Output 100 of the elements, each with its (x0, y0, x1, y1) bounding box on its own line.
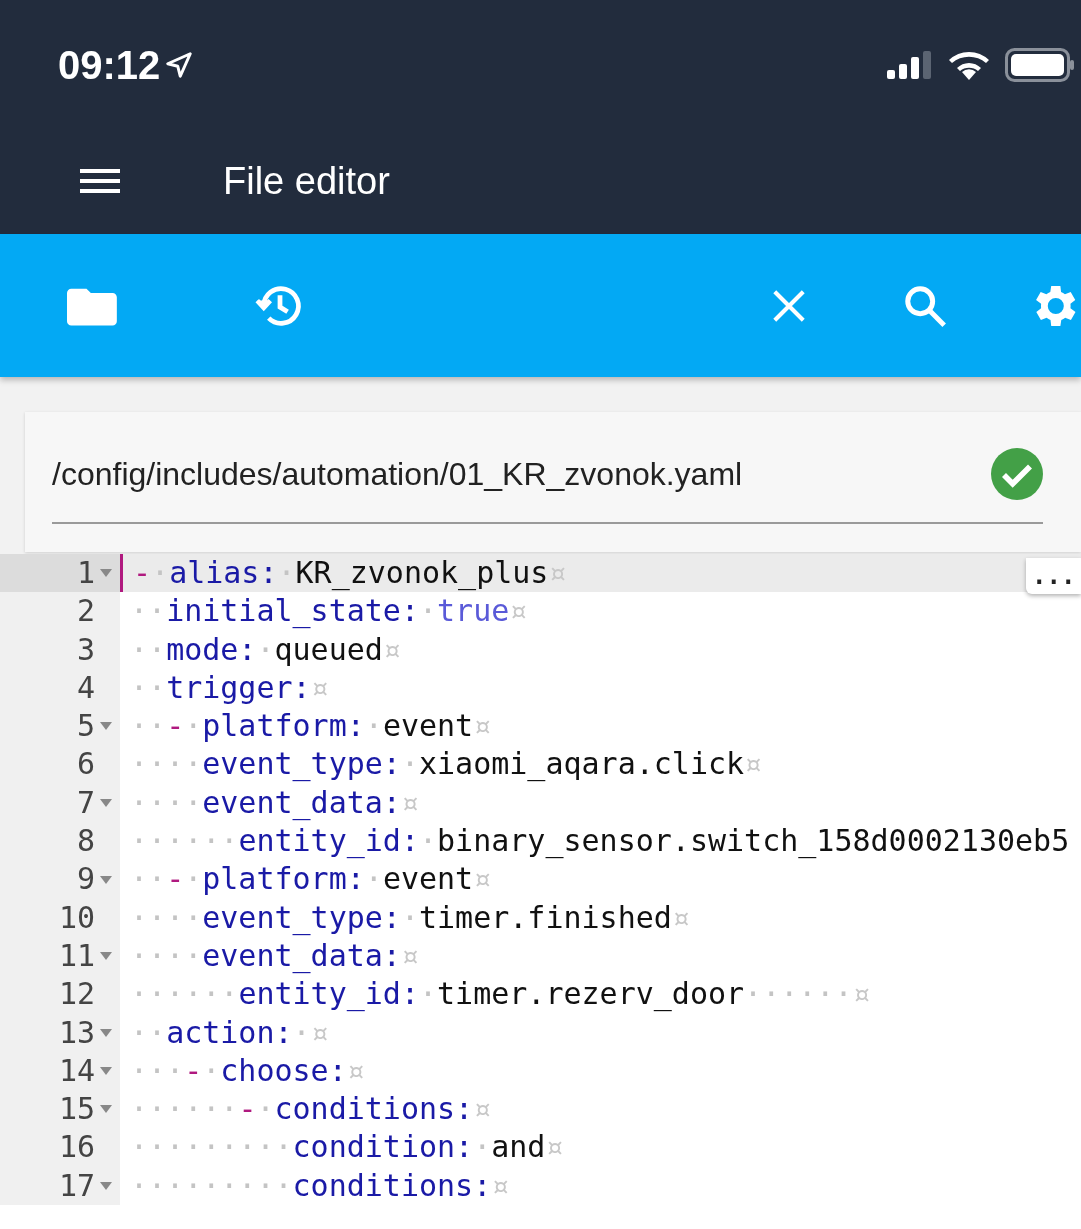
line-end-marker: ¤ (473, 860, 492, 899)
file-path-field[interactable]: /config/includes/automation/01_KR_zvonok.yaml (52, 448, 1043, 524)
fold-caret-icon[interactable] (100, 1028, 112, 1037)
menu-icon (80, 167, 120, 195)
line-number: 7 (76, 783, 95, 822)
fold-caret-icon[interactable] (100, 798, 112, 807)
whitespace-dots: · (419, 975, 438, 1014)
list-dash: - (184, 1051, 203, 1090)
line-end-marker: ¤ (382, 630, 401, 669)
line-number: 14 (58, 1051, 95, 1090)
whitespace-dots: · (419, 822, 438, 861)
status-time: 09:12 (58, 42, 161, 89)
line-end-marker: ¤ (473, 707, 492, 746)
line-number: 12 (58, 975, 95, 1014)
yaml-key: entity_id: (238, 975, 419, 1014)
whitespace-dots: ······ (744, 975, 853, 1014)
line-end-marker: ¤ (509, 592, 528, 631)
list-dash: - (238, 1090, 257, 1129)
whitespace-dots: ··· (130, 1051, 185, 1090)
whitespace-dots: ·· (130, 707, 167, 746)
line-end-marker: ¤ (310, 668, 329, 707)
line-end-marker: ¤ (744, 745, 763, 784)
signal-icon (885, 50, 933, 80)
line-end-marker: ¤ (548, 554, 567, 592)
fold-caret-icon[interactable] (100, 1067, 112, 1075)
line-end-marker: ¤ (346, 1051, 365, 1090)
whitespace-dots: · (419, 592, 438, 631)
list-dash: - (133, 554, 152, 592)
line-end-marker: ¤ (400, 936, 419, 975)
whitespace-dots: ······ (130, 1090, 239, 1129)
whitespace-dots: · (364, 860, 383, 899)
whitespace-dots: ········· (130, 1128, 293, 1167)
yaml-key: conditions: (274, 1090, 474, 1129)
yaml-value: event (382, 860, 474, 899)
battery-icon (1005, 48, 1075, 82)
yaml-boolean: true (437, 592, 510, 631)
yaml-key: entity_id: (238, 822, 419, 861)
whitespace-dots: · (364, 707, 383, 746)
line-number: 9 (76, 860, 95, 899)
whitespace-dots: ········· (130, 1166, 293, 1205)
yaml-value: KR_zvonok_plus (295, 554, 549, 593)
whitespace-dots: · (292, 1013, 311, 1052)
line-end-marker: ¤ (310, 1013, 329, 1052)
fold-caret-icon[interactable] (100, 569, 112, 578)
yaml-key: platform: (202, 707, 365, 746)
whitespace-dots: ·· (130, 630, 167, 669)
fold-caret-icon[interactable] (100, 1181, 112, 1190)
whitespace-dots: ·· (130, 592, 167, 631)
whitespace-dots: · (256, 1090, 275, 1129)
whitespace-dots: · (277, 554, 296, 592)
yaml-key: platform: (202, 860, 365, 899)
yaml-key: initial_state: (166, 592, 419, 631)
yaml-value: xiaomi_aqara.click (419, 745, 745, 784)
line-number: 4 (76, 668, 95, 707)
yaml-value: event (382, 707, 474, 746)
line-number: 8 (76, 822, 95, 861)
location-arrow-icon (164, 50, 195, 80)
line-number: 3 (76, 630, 95, 669)
file-path: /config/includes/automation/01_KR_zvonok.yaml (52, 455, 743, 494)
list-dash: - (166, 707, 185, 746)
yaml-value: binary_sensor.switch_158d0002130eb5 (437, 822, 1070, 861)
line-number: 10 (58, 898, 95, 937)
line-end-marker: ¤ (671, 898, 690, 937)
yaml-key: event_type: (202, 745, 401, 784)
whitespace-dots: · (400, 898, 419, 937)
yaml-key: condition: (292, 1128, 474, 1167)
line-number: 6 (76, 745, 95, 784)
yaml-key: trigger: (166, 668, 311, 708)
whitespace-dots: ······ (130, 822, 239, 861)
fold-caret-icon[interactable] (100, 875, 112, 884)
whitespace-dots: ···· (130, 783, 203, 822)
yaml-key: choose: (220, 1051, 347, 1091)
whitespace-dots: ······ (130, 975, 239, 1014)
yaml-value: queued (274, 630, 383, 669)
whitespace-dots: · (202, 1051, 221, 1090)
yaml-key: alias: (169, 554, 278, 593)
whitespace-dots: ·· (130, 1013, 167, 1052)
fold-caret-icon[interactable] (100, 1105, 112, 1114)
yaml-key: event_type: (202, 898, 401, 937)
line-number: 16 (58, 1128, 95, 1167)
yaml-key: event_data: (202, 936, 401, 976)
yaml-value: timer.rezerv_door (437, 975, 745, 1014)
line-end-marker: ¤ (852, 975, 871, 1014)
whitespace-dots: ···· (130, 745, 203, 784)
whitespace-dots: · (184, 707, 203, 746)
line-end-marker: ¤ (545, 1128, 564, 1167)
yaml-key: mode: (166, 630, 257, 669)
whitespace-dots: · (256, 630, 275, 669)
fold-caret-icon[interactable] (100, 952, 112, 961)
line-number: 2 (76, 592, 95, 631)
fold-caret-icon[interactable] (100, 722, 112, 731)
line-end-marker: ¤ (400, 783, 419, 822)
yaml-value: timer.finished (419, 898, 672, 937)
line-end-marker: ¤ (473, 1090, 492, 1129)
yaml-key: event_data: (202, 783, 401, 823)
more-button[interactable]: ... (1026, 558, 1081, 594)
yaml-key: action: (166, 1013, 293, 1052)
whitespace-dots: · (400, 745, 419, 784)
whitespace-dots: ···· (130, 898, 203, 937)
yaml-key: conditions: (292, 1166, 492, 1206)
